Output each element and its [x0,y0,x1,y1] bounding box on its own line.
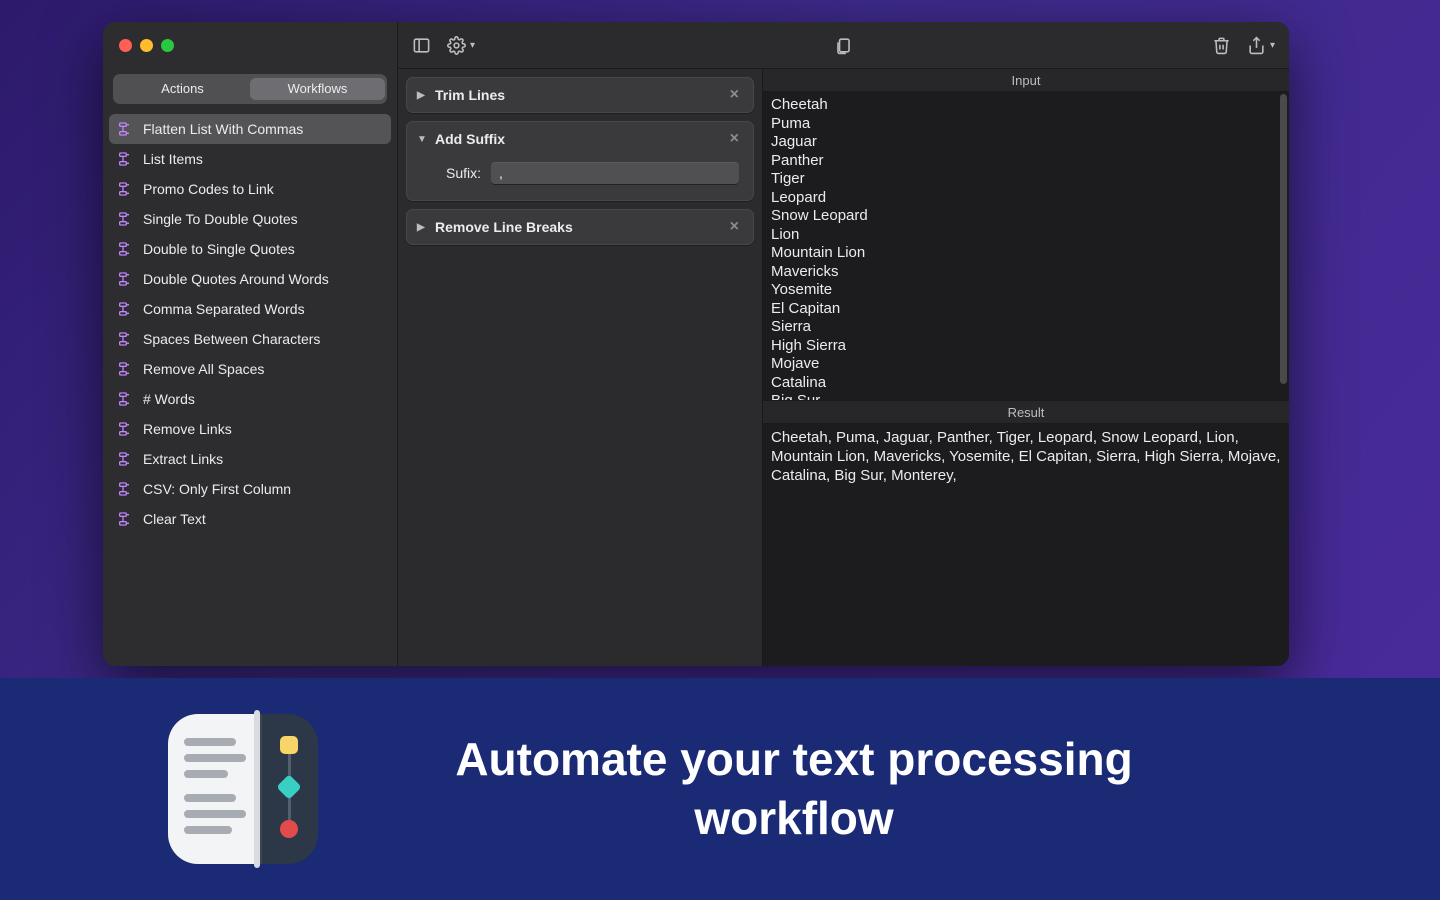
workflow-icon [117,331,133,347]
workflow-item-label: List Items [143,151,203,167]
workflow-step: ▶ Remove Line Breaks × [406,209,754,245]
toolbar: ▾ ▾ [398,22,1289,69]
workflow-icon [117,121,133,137]
field-label: Sufix: [421,165,481,181]
workflow-step: ▶ Trim Lines × [406,77,754,113]
workflow-item-label: Remove All Spaces [143,361,264,377]
result-section: Result Cheetah, Puma, Jaguar, Panther, T… [763,400,1289,666]
workflow-icon [117,391,133,407]
input-textarea[interactable]: Cheetah Puma Jaguar Panther Tiger Leopar… [763,92,1289,400]
step-title: Remove Line Breaks [435,219,573,235]
workflow-item-label: Remove Links [143,421,232,437]
main-area: ▾ ▾ ▶ Trim Lines × ▼ Add Suffix × Sufix: ▶ Remov… [398,22,1289,666]
workflow-item[interactable]: Extract Links [109,444,391,474]
io-column: Input Cheetah Puma Jaguar Panther Tiger … [763,69,1289,666]
step-header[interactable]: ▶ Trim Lines × [407,78,753,112]
workflow-item[interactable]: Remove Links [109,414,391,444]
workflow-item-label: Flatten List With Commas [143,121,303,137]
workflow-item[interactable]: Flatten List With Commas [109,114,391,144]
workflow-item[interactable]: Remove All Spaces [109,354,391,384]
result-header: Result [763,401,1289,424]
window-controls [119,39,174,52]
workflow-item[interactable]: # Words [109,384,391,414]
sidebar-tabs: Actions Workflows [113,74,387,104]
workflow-item[interactable]: Promo Codes to Link [109,174,391,204]
minimize-window-button[interactable] [140,39,153,52]
zoom-window-button[interactable] [161,39,174,52]
share-button[interactable]: ▾ [1247,36,1275,55]
workflow-icon [117,481,133,497]
scrollbar[interactable] [1280,94,1287,384]
workflow-item-label: Promo Codes to Link [143,181,274,197]
app-window: Actions Workflows Flatten List With Comm… [103,22,1289,666]
workflow-icon [117,361,133,377]
step-body: Sufix: [407,156,753,200]
input-header: Input [763,69,1289,92]
workflow-item[interactable]: Single To Double Quotes [109,204,391,234]
content: ▶ Trim Lines × ▼ Add Suffix × Sufix: ▶ Remove Li… [398,69,1289,666]
disclosure-open-icon: ▼ [417,134,427,145]
tab-workflows[interactable]: Workflows [250,78,385,100]
step-header[interactable]: ▶ Remove Line Breaks × [407,210,753,244]
step-title: Trim Lines [435,87,505,103]
workflow-icon [117,511,133,527]
workflow-item[interactable]: CSV: Only First Column [109,474,391,504]
remove-step-button[interactable]: × [726,217,743,237]
workflow-item-label: CSV: Only First Column [143,481,291,497]
workflow-icon [117,241,133,257]
marketing-banner: Automate your text processing workflow [0,678,1440,900]
workflow-steps: ▶ Trim Lines × ▼ Add Suffix × Sufix: ▶ Remove Li… [398,69,763,666]
workflow-item-label: Comma Separated Words [143,301,305,317]
tab-actions[interactable]: Actions [115,78,250,100]
titlebar [103,22,397,68]
chevron-down-icon: ▾ [1270,40,1275,51]
workflow-icon [117,211,133,227]
workflow-item[interactable]: Clear Text [109,504,391,534]
toggle-sidebar-button[interactable] [412,36,431,55]
workflow-item[interactable]: List Items [109,144,391,174]
workflow-icon [117,451,133,467]
workflow-item[interactable]: Comma Separated Words [109,294,391,324]
workflow-icon [117,421,133,437]
workflow-icon [117,301,133,317]
result-textarea[interactable]: Cheetah, Puma, Jaguar, Panther, Tiger, L… [763,424,1289,666]
workflow-item-label: Double Quotes Around Words [143,271,329,287]
workflow-item[interactable]: Spaces Between Characters [109,324,391,354]
workflow-icon [117,151,133,167]
chevron-down-icon: ▾ [470,40,475,51]
workflow-list: Flatten List With Commas List Items Promo … [103,110,397,666]
disclosure-closed-icon: ▶ [417,90,427,101]
workflow-item-label: # Words [143,391,195,407]
sidebar: Actions Workflows Flatten List With Comm… [103,22,398,666]
close-window-button[interactable] [119,39,132,52]
workflow-icon [117,181,133,197]
input-section: Input Cheetah Puma Jaguar Panther Tiger … [763,69,1289,400]
workflow-item-label: Single To Double Quotes [143,211,298,227]
input-text: Cheetah Puma Jaguar Panther Tiger Leopar… [771,96,868,400]
workflow-step: ▼ Add Suffix × Sufix: [406,121,754,201]
clipboard-button[interactable] [834,36,853,55]
workflow-item-label: Extract Links [143,451,223,467]
workflow-item-label: Spaces Between Characters [143,331,320,347]
step-header[interactable]: ▼ Add Suffix × [407,122,753,156]
workflow-item[interactable]: Double Quotes Around Words [109,264,391,294]
settings-button[interactable]: ▾ [447,36,475,55]
app-icon [168,714,318,864]
remove-step-button[interactable]: × [726,129,743,149]
workflow-item-label: Clear Text [143,511,206,527]
step-title: Add Suffix [435,131,505,147]
disclosure-closed-icon: ▶ [417,222,427,233]
delete-button[interactable] [1212,36,1231,55]
workflow-item-label: Double to Single Quotes [143,241,295,257]
workflow-icon [117,271,133,287]
remove-step-button[interactable]: × [726,85,743,105]
workflow-item[interactable]: Double to Single Quotes [109,234,391,264]
suffix-input[interactable] [491,162,739,184]
banner-headline: Automate your text processing workflow [364,730,1224,848]
